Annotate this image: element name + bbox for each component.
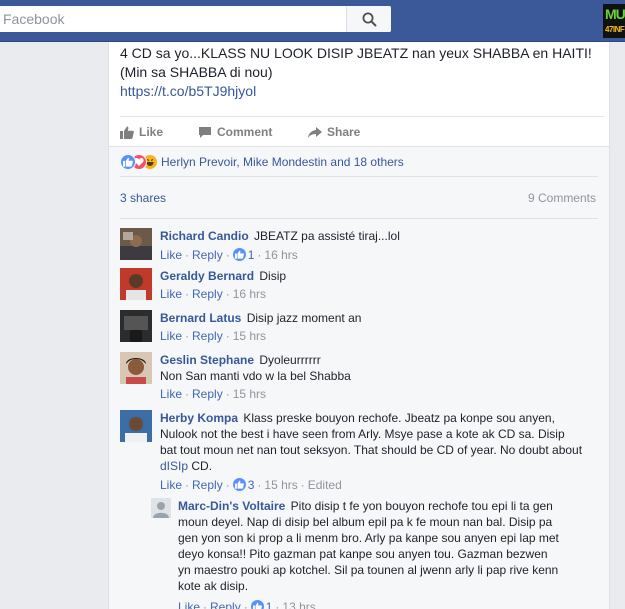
search-box	[0, 6, 391, 32]
post-text-line1: 4 CD sa yo...KLASS NU LOOK DISIP JBEATZ …	[120, 45, 592, 61]
hashtag-link[interactable]: dISIp	[160, 459, 188, 473]
comment-reply-link[interactable]: Reply	[192, 287, 223, 301]
comment-reply-link[interactable]: Reply	[192, 329, 223, 343]
comment-text-line4-rest: CD.	[191, 459, 213, 473]
comment-time[interactable]: 15 hrs	[233, 329, 266, 343]
comment-reply-link[interactable]: Reply	[192, 248, 223, 262]
avatar[interactable]	[120, 268, 152, 300]
comment-like-link[interactable]: Like	[160, 478, 182, 492]
comment-body: Geraldy Bernard Disip	[160, 268, 594, 284]
comment-like-count[interactable]: 3	[248, 478, 255, 492]
comment-text-line5: yn maestro pouki ap kotchel. Sil pa toun…	[178, 563, 559, 577]
comment-text: Dyoleurrrrrr	[259, 353, 321, 367]
feedback-section: Herlyn Prevoir, Mike Mondestin and 18 ot…	[109, 146, 609, 609]
comment-meta: Like · Reply · 15 hrs	[160, 329, 267, 343]
post-text: 4 CD sa yo...KLASS NU LOOK DISIP JBEATZ …	[120, 44, 604, 101]
comment-like-count[interactable]: 1	[266, 600, 273, 609]
comment-author[interactable]: Richard Candio	[160, 229, 249, 243]
comment-text-line6: kote ak disip.	[178, 579, 249, 593]
comment-text: Disip	[259, 269, 287, 283]
like-count-icon	[232, 248, 246, 261]
comment-label: Comment	[217, 125, 273, 139]
comment-like-link[interactable]: Like	[178, 600, 200, 609]
comment-text-line2: Non San manti vdo w la bel Shabba	[160, 369, 351, 383]
comment-text: Pito disip t fe yon bouyon rechofe tou e…	[290, 499, 553, 513]
shares-link[interactable]: 3 shares	[120, 191, 166, 205]
comment-meta: Like · Reply · 16 hrs	[160, 287, 267, 301]
comment-reply-link[interactable]: Reply	[192, 387, 223, 401]
comment-time[interactable]: 16 hrs	[264, 248, 297, 262]
comment-body: Herby Kompa Klass preske bouyon rechofe.…	[160, 410, 594, 474]
share-icon	[308, 127, 322, 138]
avatar[interactable]	[120, 410, 152, 442]
post-card: 4 CD sa yo...KLASS NU LOOK DISIP JBEATZ …	[108, 42, 610, 609]
comment-time[interactable]: 16 hrs	[233, 287, 266, 301]
search-button[interactable]	[346, 6, 391, 32]
comment-body: Bernard Latus Disip jazz moment an	[160, 310, 594, 326]
comment-meta: Like · Reply · 15 hrs	[160, 387, 267, 401]
avatar[interactable]	[120, 228, 152, 260]
avatar[interactable]	[120, 310, 152, 342]
search-icon	[362, 12, 377, 27]
comment-meta: Like · Reply · 1 · 16 hrs	[160, 248, 298, 262]
comment-text-line3: bat tout moun net nan tout seksyon. That…	[160, 443, 583, 457]
comment-author[interactable]: Herby Kompa	[160, 411, 238, 425]
post-link[interactable]: https://t.co/b5TJ9hjyol	[120, 82, 604, 101]
comment-body: Richard Candio JBEATZ pa assisté tiraj..…	[160, 228, 594, 244]
share-label: Share	[327, 125, 361, 139]
comment-text-line4: deyo konsa!! Pito gazman pat kanpe sou a…	[178, 547, 548, 561]
comment-text: Klass preske bouyon rechofe. Jbeatz pa k…	[243, 411, 555, 425]
corner-logo-line1: MU	[605, 6, 625, 22]
comment-body: Marc-Din's Voltaire Pito disip t fe yon …	[178, 498, 600, 594]
reactions-row[interactable]: Herlyn Prevoir, Mike Mondestin and 18 ot…	[120, 147, 598, 177]
reaction-names[interactable]: Herlyn Prevoir, Mike Mondestin and 18 ot…	[161, 147, 404, 177]
comment-like-count[interactable]: 1	[248, 248, 255, 262]
comment-author[interactable]: Marc-Din's Voltaire	[178, 499, 285, 513]
comment-author[interactable]: Geslin Stephane	[160, 353, 254, 367]
post-text-line2: (Min sa SHABBA di nou)	[120, 64, 273, 80]
like-reaction-icon	[120, 154, 136, 170]
comment-meta: Like · Reply · 1 · 13 hrs	[178, 598, 316, 609]
comment-like-link[interactable]: Like	[160, 287, 182, 301]
like-count-icon	[232, 478, 246, 491]
comment-text-line2: moun deyel. Nap di disip bel album epil …	[178, 515, 553, 529]
comment-reply-link[interactable]: Reply	[192, 478, 223, 492]
comment-count[interactable]: 9 Comments	[528, 191, 596, 205]
comment-icon	[199, 127, 211, 138]
comment-author[interactable]: Geraldy Bernard	[160, 269, 254, 283]
comment-like-link[interactable]: Like	[160, 248, 182, 262]
comment-author[interactable]: Bernard Latus	[160, 311, 241, 325]
comment-like-link[interactable]: Like	[160, 329, 182, 343]
corner-logo: MU 47INF	[603, 4, 625, 38]
edited-label[interactable]: Edited	[308, 478, 342, 492]
shares-row: 3 shares 9 Comments	[120, 177, 598, 219]
comment-time[interactable]: 13 hrs	[282, 600, 315, 609]
comment-text: Disip jazz moment an	[246, 311, 362, 325]
search-input[interactable]	[0, 6, 345, 32]
like-count-icon	[250, 600, 264, 609]
comment-time[interactable]: 15 hrs	[233, 387, 266, 401]
comment-meta: Like · Reply · 3 · 15 hrs · Edited	[160, 478, 342, 492]
comment-reply-link[interactable]: Reply	[210, 600, 241, 609]
comment-text-line3: gen yon son ki prop a li menm bro. Arly …	[178, 531, 559, 545]
corner-logo-line2: 47INF	[605, 25, 625, 34]
avatar[interactable]	[151, 498, 171, 518]
comment-text-line4: dISIp CD.	[160, 458, 594, 474]
top-bar: MU 47INF	[0, 0, 625, 42]
comment-like-link[interactable]: Like	[160, 387, 182, 401]
avatar[interactable]	[120, 352, 152, 384]
post-actions: Like Comment Share	[120, 116, 604, 146]
thumbs-up-icon	[120, 126, 134, 139]
like-label: Like	[139, 125, 164, 139]
comment-body: Geslin Stephane Dyoleurrrrrr Non San man…	[160, 352, 594, 384]
comment-text: JBEATZ pa assisté tiraj...lol	[254, 229, 400, 243]
comment-time[interactable]: 15 hrs	[264, 478, 297, 492]
comment-text-line2: Nulook not the best i have seen from Arl…	[160, 427, 565, 441]
